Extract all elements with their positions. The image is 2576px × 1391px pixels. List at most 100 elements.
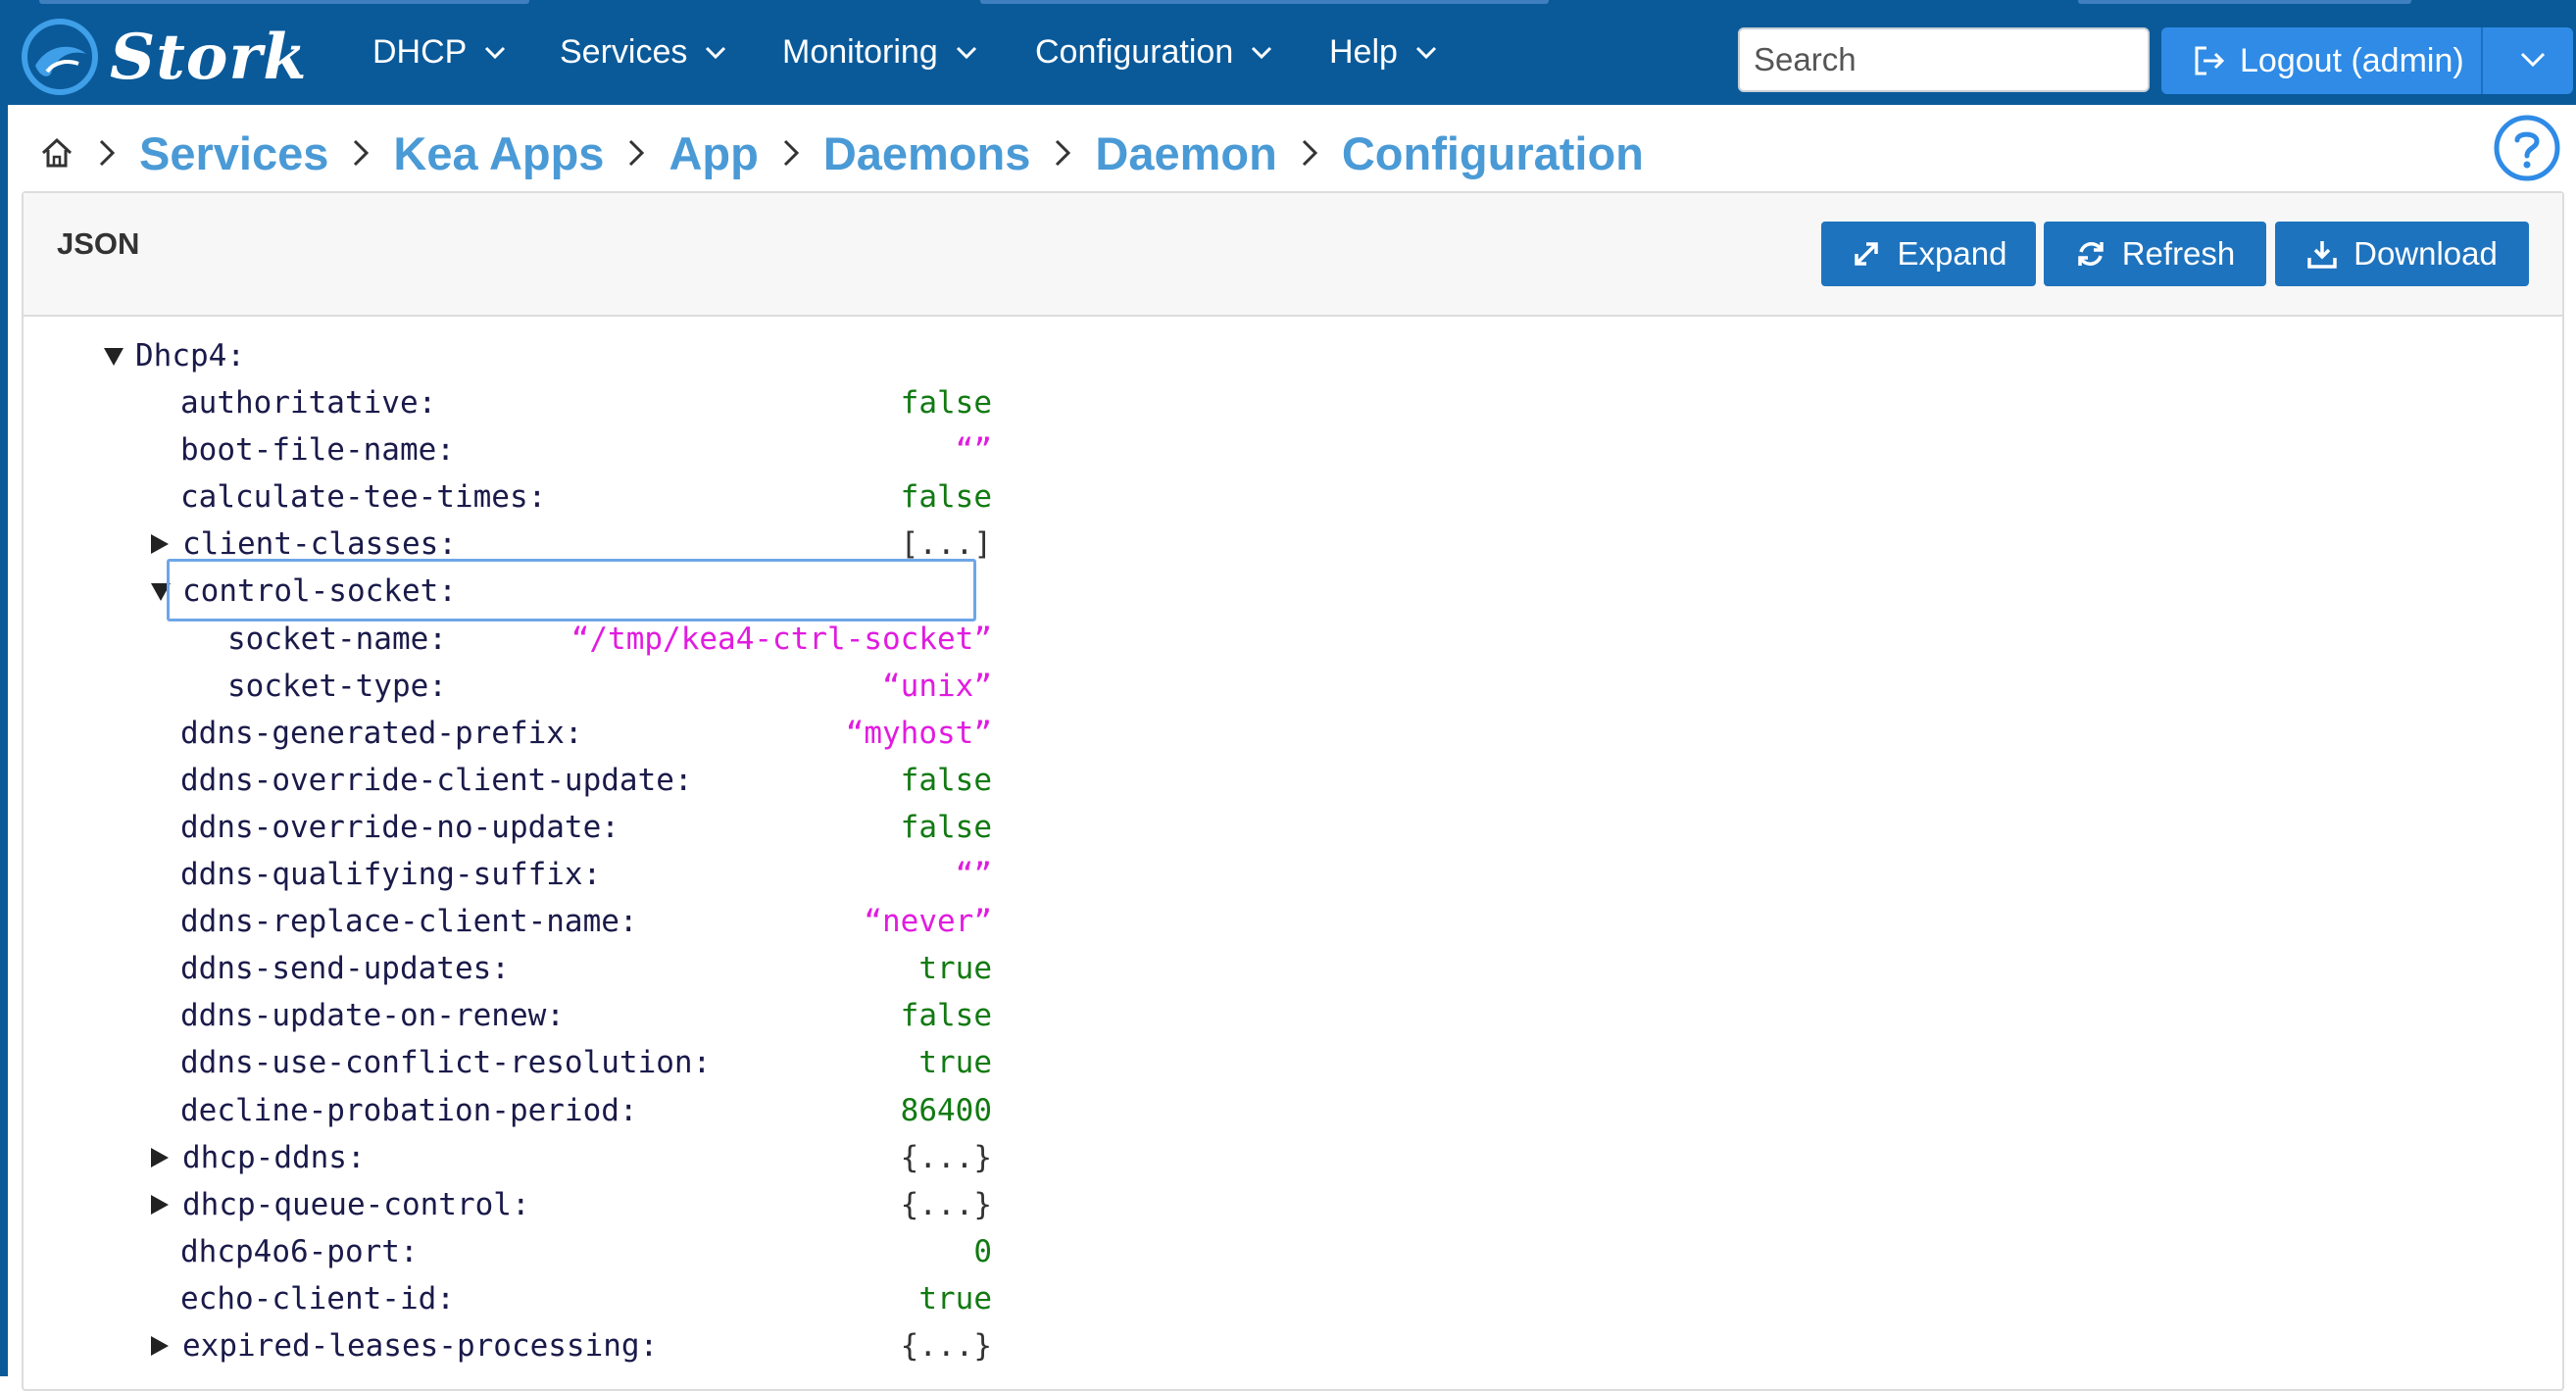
chevron-right-icon [1302, 139, 1317, 167]
logout-label: Logout (admin) [2240, 41, 2464, 79]
menu-monitoring[interactable]: Monitoring [782, 33, 977, 72]
panel-title: JSON [57, 226, 140, 261]
breadcrumb-kea-apps[interactable]: Kea Apps [393, 126, 604, 180]
breadcrumb-app[interactable]: App [669, 126, 758, 180]
json-row: boot-file-name: “” [24, 430, 1102, 477]
caret-right-icon[interactable] [151, 1147, 169, 1167]
tree-root-dhcp4[interactable]: Dhcp4: [24, 336, 1102, 383]
json-row: calculate-tee-times: false [24, 477, 1102, 524]
refresh-icon [2077, 242, 2104, 266]
json-key: ddns-update-on-renew: [180, 998, 565, 1034]
breadcrumb-daemon[interactable]: Daemon [1095, 126, 1276, 180]
search-input[interactable] [1738, 27, 2150, 92]
json-value: false [900, 385, 992, 422]
json-key: boot-file-name: [180, 432, 455, 469]
chevron-down-icon [956, 46, 976, 59]
chevron-right-icon [783, 139, 799, 167]
json-key: expired-leases-processing: [182, 1327, 659, 1364]
menu-services[interactable]: Services [560, 33, 726, 72]
menu-label: DHCP [372, 33, 468, 71]
brand-name: Stork [110, 20, 308, 94]
menu-dhcp[interactable]: DHCP [372, 33, 506, 72]
menu-label: Services [560, 33, 688, 71]
json-key: authoritative: [180, 385, 437, 422]
expand-button[interactable]: Expand [1821, 222, 2036, 286]
json-key: dhcp4o6-port: [180, 1233, 419, 1269]
json-key: ddns-override-client-update: [180, 762, 693, 798]
json-row-expandable[interactable]: dhcp-ddns: {...} [24, 1138, 1102, 1185]
json-row: ddns-use-conflict-resolution: true [24, 1043, 1102, 1090]
help-circle-icon[interactable] [2493, 114, 2561, 182]
menu-label: Configuration [1035, 33, 1234, 71]
button-divider [2481, 27, 2483, 94]
json-key: socket-type: [227, 668, 447, 704]
json-value: false [900, 809, 992, 845]
json-row-expandable[interactable]: expired-leases-processing: {...} [24, 1326, 1102, 1373]
logout-button[interactable]: Logout (admin) [2161, 27, 2573, 94]
caret-right-icon[interactable] [151, 1194, 169, 1215]
json-value: “” [955, 432, 992, 469]
json-row: ddns-override-no-update: false [24, 808, 1102, 855]
menu-help[interactable]: Help [1329, 33, 1437, 72]
json-value: false [900, 479, 992, 516]
download-button[interactable]: Download [2275, 222, 2529, 286]
json-row: ddns-qualifying-suffix: “” [24, 855, 1102, 902]
stork-logo-icon [22, 19, 98, 95]
expand-arrows-icon [1854, 242, 1878, 266]
menu-label: Help [1329, 33, 1398, 71]
json-value: true [918, 1045, 992, 1081]
json-value: “myhost” [845, 715, 992, 751]
expand-label: Expand [1897, 235, 2007, 272]
json-key: decline-probation-period: [180, 1092, 638, 1128]
chevron-right-icon [1056, 139, 1071, 167]
json-row: ddns-replace-client-name: “never” [24, 902, 1102, 949]
brand-logo[interactable]: Stork [18, 18, 308, 96]
json-key: ddns-qualifying-suffix: [180, 857, 602, 893]
json-value: “unix” [882, 668, 992, 704]
chevron-right-icon [99, 139, 116, 167]
json-key: ddns-use-conflict-resolution: [180, 1045, 712, 1081]
panel-header: JSON Expand Refresh Download [24, 193, 2562, 317]
json-value: true [918, 1280, 992, 1316]
json-key: socket-name: [227, 621, 447, 657]
menu-configuration[interactable]: Configuration [1035, 33, 1272, 72]
download-label: Download [2353, 235, 2498, 272]
window-edge [0, 0, 8, 1376]
json-key: ddns-replace-client-name: [180, 904, 638, 940]
chevron-down-icon [485, 46, 506, 59]
json-row: authoritative: false [24, 383, 1102, 430]
json-value: “/tmp/kea4-ctrl-socket” [570, 621, 992, 657]
json-value: false [900, 762, 992, 798]
home-icon[interactable] [39, 135, 74, 171]
chevron-down-icon [706, 46, 726, 59]
caret-right-icon[interactable] [151, 1335, 169, 1356]
breadcrumb-configuration[interactable]: Configuration [1342, 126, 1644, 180]
breadcrumb-daemons[interactable]: Daemons [823, 126, 1031, 180]
json-row: echo-client-id: true [24, 1279, 1102, 1326]
refresh-label: Refresh [2121, 235, 2236, 272]
tab-strip-indicator [2078, 0, 2411, 4]
json-value: {...} [900, 1327, 992, 1364]
chevron-down-icon [1252, 46, 1272, 59]
logout-icon [2195, 46, 2225, 75]
chevron-down-icon[interactable] [2520, 51, 2546, 69]
chevron-right-icon [354, 139, 370, 167]
json-key: ddns-send-updates: [180, 951, 510, 987]
json-panel: JSON Expand Refresh Download Dhcp4: auth… [22, 191, 2564, 1391]
json-row: socket-type: “unix” [24, 667, 1102, 714]
json-row-expandable[interactable]: dhcp-queue-control: {...} [24, 1185, 1102, 1232]
chevron-right-icon [629, 139, 645, 167]
json-value: true [918, 951, 992, 987]
breadcrumb-services[interactable]: Services [139, 126, 328, 180]
chevron-down-icon [1415, 46, 1436, 59]
json-key: calculate-tee-times: [180, 479, 547, 516]
caret-right-icon[interactable] [151, 534, 169, 555]
json-value: “” [955, 857, 992, 893]
caret-down-icon[interactable] [104, 348, 124, 366]
json-key: dhcp-queue-control: [182, 1186, 530, 1222]
json-row: ddns-override-client-update: false [24, 761, 1102, 808]
refresh-button[interactable]: Refresh [2044, 222, 2266, 286]
json-key: Dhcp4: [135, 338, 245, 373]
json-key: ddns-generated-prefix: [180, 715, 583, 751]
json-value: {...} [900, 1186, 992, 1222]
